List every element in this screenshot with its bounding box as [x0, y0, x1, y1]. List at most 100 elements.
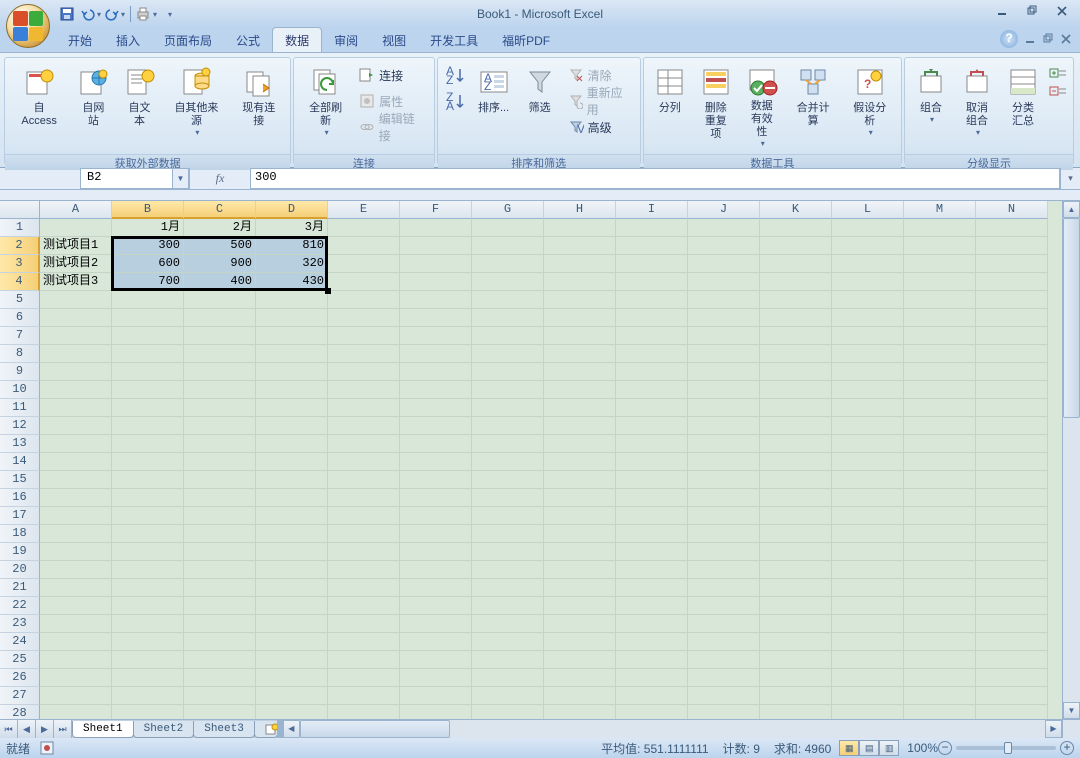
- cell-H7[interactable]: [544, 327, 616, 345]
- doc-minimize-button[interactable]: [1024, 33, 1036, 45]
- cell-I10[interactable]: [616, 381, 688, 399]
- cell-K7[interactable]: [760, 327, 832, 345]
- cell-I7[interactable]: [616, 327, 688, 345]
- cell-C1[interactable]: 2月: [184, 219, 256, 237]
- cell-K18[interactable]: [760, 525, 832, 543]
- cell-M21[interactable]: [904, 579, 976, 597]
- cell-E20[interactable]: [328, 561, 400, 579]
- cell-I1[interactable]: [616, 219, 688, 237]
- cell-D26[interactable]: [256, 669, 328, 687]
- cell-G13[interactable]: [472, 435, 544, 453]
- formula-input[interactable]: 300: [250, 168, 1060, 189]
- cell-H9[interactable]: [544, 363, 616, 381]
- cell-E18[interactable]: [328, 525, 400, 543]
- doc-restore-button[interactable]: [1042, 33, 1054, 45]
- cell-G14[interactable]: [472, 453, 544, 471]
- cell-G17[interactable]: [472, 507, 544, 525]
- cell-C12[interactable]: [184, 417, 256, 435]
- cell-M26[interactable]: [904, 669, 976, 687]
- cell-D7[interactable]: [256, 327, 328, 345]
- qat-customize[interactable]: ▾: [159, 3, 181, 25]
- cell-B23[interactable]: [112, 615, 184, 633]
- cell-C25[interactable]: [184, 651, 256, 669]
- cell-H17[interactable]: [544, 507, 616, 525]
- cell-K21[interactable]: [760, 579, 832, 597]
- cell-E7[interactable]: [328, 327, 400, 345]
- tab-layout[interactable]: 页面布局: [152, 28, 224, 52]
- cell-B24[interactable]: [112, 633, 184, 651]
- cell-L5[interactable]: [832, 291, 904, 309]
- cell-M25[interactable]: [904, 651, 976, 669]
- cell-M18[interactable]: [904, 525, 976, 543]
- cell-G4[interactable]: [472, 273, 544, 291]
- cell-F18[interactable]: [400, 525, 472, 543]
- cell-D20[interactable]: [256, 561, 328, 579]
- cell-K25[interactable]: [760, 651, 832, 669]
- cell-N28[interactable]: [976, 705, 1048, 719]
- cell-H8[interactable]: [544, 345, 616, 363]
- cell-N20[interactable]: [976, 561, 1048, 579]
- cell-G5[interactable]: [472, 291, 544, 309]
- cell-A22[interactable]: [40, 597, 112, 615]
- cell-G23[interactable]: [472, 615, 544, 633]
- cell-K4[interactable]: [760, 273, 832, 291]
- cell-N10[interactable]: [976, 381, 1048, 399]
- cell-H18[interactable]: [544, 525, 616, 543]
- col-header-E[interactable]: E: [328, 201, 400, 219]
- row-header-20[interactable]: 20: [0, 561, 40, 579]
- cell-D23[interactable]: [256, 615, 328, 633]
- cell-E27[interactable]: [328, 687, 400, 705]
- cell-I23[interactable]: [616, 615, 688, 633]
- row-header-10[interactable]: 10: [0, 381, 40, 399]
- cell-E5[interactable]: [328, 291, 400, 309]
- subtotal-button[interactable]: 分类汇总: [1001, 62, 1045, 150]
- cell-C18[interactable]: [184, 525, 256, 543]
- cell-F13[interactable]: [400, 435, 472, 453]
- cell-E19[interactable]: [328, 543, 400, 561]
- cell-N23[interactable]: [976, 615, 1048, 633]
- cell-A15[interactable]: [40, 471, 112, 489]
- cell-M3[interactable]: [904, 255, 976, 273]
- cell-L23[interactable]: [832, 615, 904, 633]
- cell-D5[interactable]: [256, 291, 328, 309]
- cell-M2[interactable]: [904, 237, 976, 255]
- cell-E21[interactable]: [328, 579, 400, 597]
- cell-J28[interactable]: [688, 705, 760, 719]
- cell-D3[interactable]: 320: [256, 255, 328, 273]
- cell-N12[interactable]: [976, 417, 1048, 435]
- cell-B15[interactable]: [112, 471, 184, 489]
- cell-M14[interactable]: [904, 453, 976, 471]
- cell-C23[interactable]: [184, 615, 256, 633]
- cell-A27[interactable]: [40, 687, 112, 705]
- cell-N22[interactable]: [976, 597, 1048, 615]
- zoom-level[interactable]: 100%: [907, 741, 938, 755]
- cell-L17[interactable]: [832, 507, 904, 525]
- tab-data[interactable]: 数据: [272, 27, 322, 52]
- sheet-tab-Sheet2[interactable]: Sheet2: [133, 721, 195, 738]
- cell-G27[interactable]: [472, 687, 544, 705]
- cell-K26[interactable]: [760, 669, 832, 687]
- cell-L22[interactable]: [832, 597, 904, 615]
- cell-K6[interactable]: [760, 309, 832, 327]
- zoom-out-button[interactable]: −: [938, 741, 952, 755]
- cell-I16[interactable]: [616, 489, 688, 507]
- sort-asc-button[interactable]: AZ: [444, 66, 468, 86]
- cell-A26[interactable]: [40, 669, 112, 687]
- cell-K17[interactable]: [760, 507, 832, 525]
- cell-M27[interactable]: [904, 687, 976, 705]
- sort-button[interactable]: AZ 排序...: [472, 62, 516, 150]
- cell-A28[interactable]: [40, 705, 112, 719]
- cell-K13[interactable]: [760, 435, 832, 453]
- row-header-14[interactable]: 14: [0, 453, 40, 471]
- cell-L3[interactable]: [832, 255, 904, 273]
- cell-L19[interactable]: [832, 543, 904, 561]
- cell-H21[interactable]: [544, 579, 616, 597]
- cell-J16[interactable]: [688, 489, 760, 507]
- cell-H4[interactable]: [544, 273, 616, 291]
- cell-B17[interactable]: [112, 507, 184, 525]
- cell-L12[interactable]: [832, 417, 904, 435]
- vertical-scrollbar[interactable]: ▲ ▼: [1062, 201, 1080, 719]
- cell-C10[interactable]: [184, 381, 256, 399]
- save-button[interactable]: [56, 3, 78, 25]
- cell-B27[interactable]: [112, 687, 184, 705]
